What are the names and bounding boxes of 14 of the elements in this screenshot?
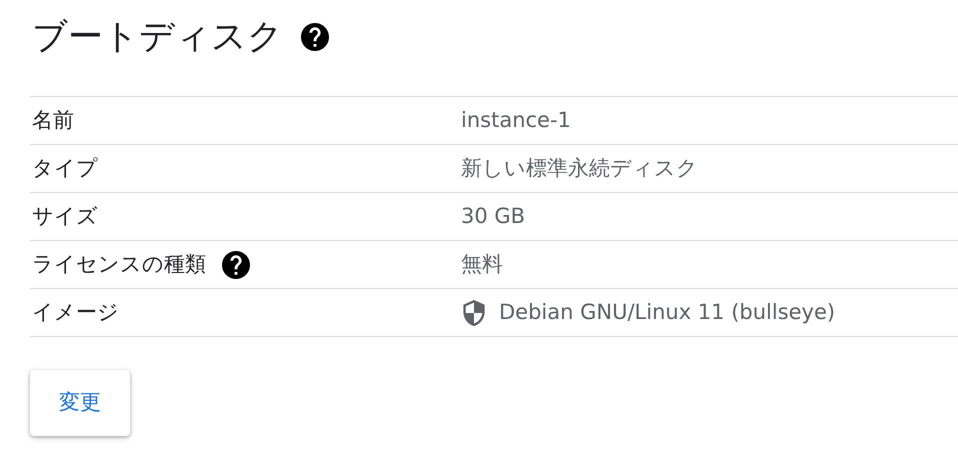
field-label: タイプ bbox=[32, 154, 98, 182]
field-label: 名前 bbox=[32, 106, 74, 134]
field-label: サイズ bbox=[32, 202, 98, 230]
field-value: 新しい標準永続ディスク bbox=[461, 154, 698, 182]
change-button[interactable]: 変更 bbox=[30, 370, 130, 436]
section-title: ブートディスク bbox=[32, 16, 283, 59]
field-label: イメージ bbox=[32, 298, 119, 326]
field-label: ライセンスの種類 bbox=[32, 250, 206, 278]
field-value: instance-1 bbox=[461, 106, 571, 134]
field-value: 30 GB bbox=[461, 202, 526, 230]
field-value: 無料 bbox=[461, 250, 503, 278]
help-icon[interactable] bbox=[301, 23, 329, 51]
field-value: Debian GNU/Linux 11 (bullseye) bbox=[499, 298, 836, 326]
help-icon[interactable] bbox=[222, 250, 250, 278]
